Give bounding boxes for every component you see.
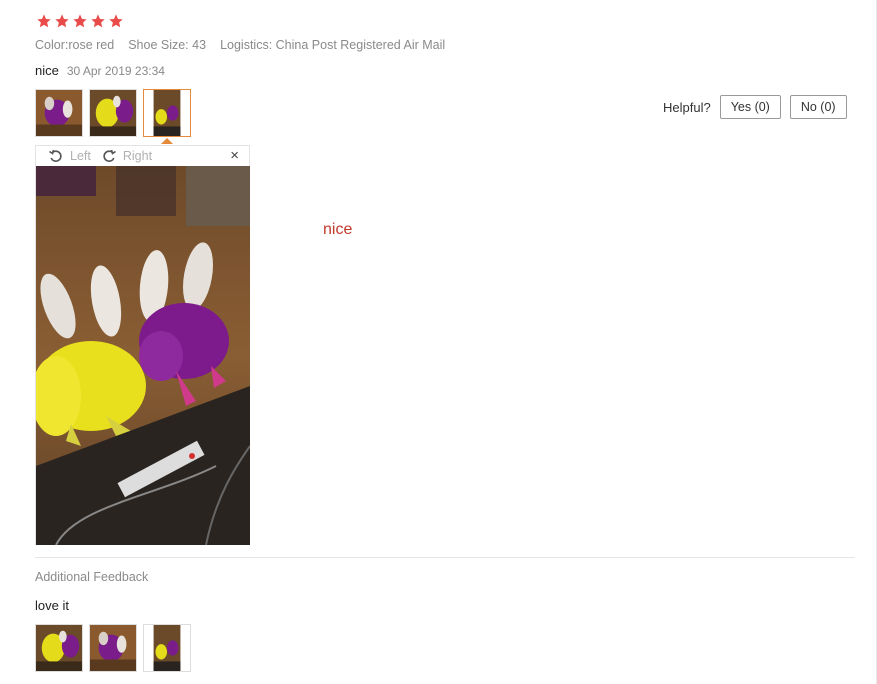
photo-image (36, 90, 82, 136)
attribute-logistics: Logistics: China Post Registered Air Mai… (220, 38, 445, 52)
star-icon (37, 14, 51, 28)
close-icon[interactable]: × (230, 147, 239, 164)
photo-image (144, 90, 190, 136)
helpful-no-button[interactable]: No (0) (789, 95, 847, 119)
helpful-vote: Helpful? Yes (0) No (0) (663, 95, 847, 119)
star-rating (36, 13, 124, 29)
photo-viewer: Left Right × (35, 145, 250, 545)
rotate-left-label: Left (70, 149, 91, 163)
attribute-color: Color:rose red (35, 38, 114, 52)
review-text: nice (35, 63, 59, 78)
additional-feedback-text: love it (35, 598, 69, 613)
star-icon (109, 14, 123, 28)
photo-image (36, 166, 250, 545)
photo-image (144, 625, 190, 671)
attribute-label: Shoe Size: (128, 38, 189, 52)
attribute-value: rose red (68, 38, 115, 52)
additional-photo-thumbnails (35, 624, 191, 672)
rotate-left-icon (49, 149, 62, 162)
photo-thumbnail[interactable] (89, 89, 137, 137)
review-body-text: nice (323, 221, 353, 238)
photo-image (90, 90, 136, 136)
photo-thumbnail[interactable] (143, 624, 191, 672)
review-date: 30 Apr 2019 23:34 (66, 64, 165, 78)
photo-thumbnail[interactable] (35, 624, 83, 672)
photo-thumbnail[interactable] (89, 624, 137, 672)
star-icon (73, 14, 87, 28)
review-header: nice 30 Apr 2019 23:34 (35, 63, 165, 78)
selected-thumbnail-caret (161, 138, 173, 144)
star-icon (55, 14, 69, 28)
rotate-right-button[interactable]: Right (101, 148, 152, 164)
attribute-label: Logistics: (220, 38, 273, 52)
section-divider (35, 557, 855, 558)
attribute-value: China Post Registered Air Mail (275, 38, 446, 52)
photo-thumbnail-selected[interactable] (143, 89, 191, 137)
attribute-label: Color: (35, 38, 69, 52)
photo-image (90, 625, 136, 671)
photo-viewer-toolbar: Left Right × (36, 146, 249, 166)
review-photo-thumbnails (35, 89, 191, 137)
order-attributes: Color:rose red Shoe Size: 43 Logistics: … (35, 38, 445, 52)
rotate-right-label: Right (122, 149, 153, 163)
attribute-shoe-size: Shoe Size: 43 (128, 38, 206, 52)
review-photo-large (36, 166, 250, 545)
rotate-right-icon (103, 149, 116, 162)
helpful-yes-button[interactable]: Yes (0) (719, 95, 781, 119)
photo-image (36, 625, 82, 671)
helpful-label: Helpful? (663, 99, 711, 115)
additional-feedback-label: Additional Feedback (35, 570, 149, 584)
star-icon (91, 14, 105, 28)
attribute-value: 43 (192, 38, 207, 52)
rotate-left-button[interactable]: Left (48, 148, 91, 164)
photo-thumbnail[interactable] (35, 89, 83, 137)
